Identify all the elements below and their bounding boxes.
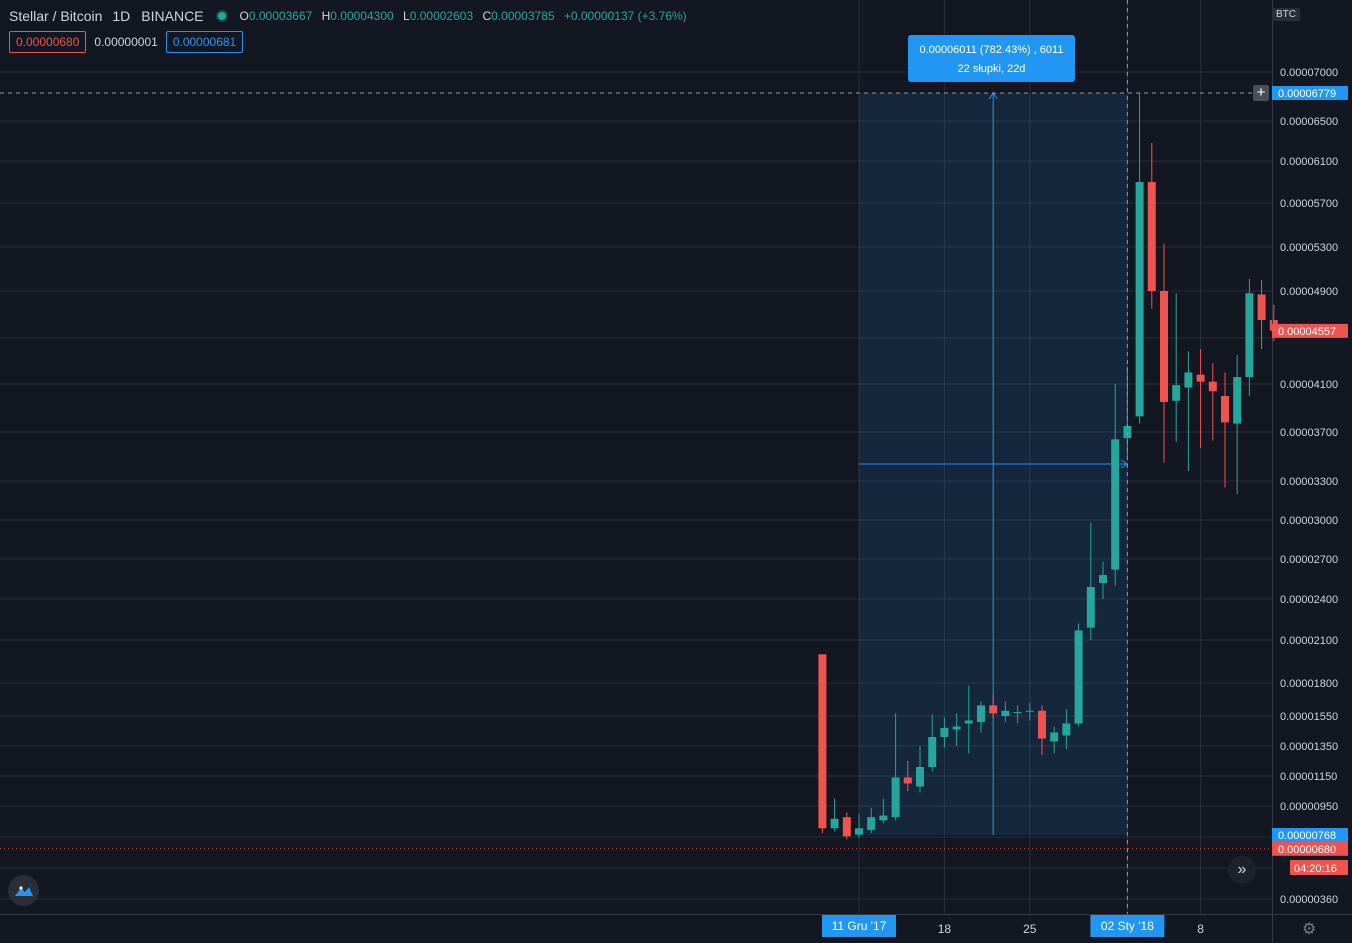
- y-tick-label: 0.00005300: [1280, 242, 1338, 254]
- candle-body: [1135, 182, 1144, 417]
- symbol-title[interactable]: Stellar / Bitcoin: [9, 8, 102, 24]
- candle-body: [1013, 712, 1022, 714]
- y-tick-label: 0.00002100: [1280, 635, 1338, 647]
- candle-body: [903, 777, 912, 784]
- spread-value: 0.00000001: [94, 35, 158, 49]
- market-status-icon[interactable]: [217, 12, 226, 20]
- gear-icon[interactable]: ⚙: [1302, 919, 1316, 939]
- chevrons-right-icon[interactable]: »: [1228, 856, 1256, 884]
- candle-body: [928, 737, 937, 767]
- candle-body: [1099, 575, 1107, 583]
- y-tick-label: 0.00002400: [1280, 594, 1338, 606]
- change-value: +0.00000137 (+3.76%): [563, 9, 687, 23]
- candle-body: [1172, 385, 1181, 401]
- candle-body: [1111, 439, 1120, 570]
- candle-body: [1001, 710, 1010, 716]
- interval-label[interactable]: 1D: [112, 8, 130, 24]
- candle-body: [1196, 374, 1205, 382]
- y-tick-label: 0.00000950: [1280, 801, 1338, 813]
- candle-body: [842, 817, 851, 837]
- candle-body: [830, 818, 839, 829]
- price-label: 0.00000680: [1278, 844, 1336, 856]
- candle-body: [855, 828, 863, 835]
- y-tick-label: 0.00001800: [1280, 678, 1338, 690]
- ohlc-values: O0.00003667 H0.00004300 L0.00002603 C0.0…: [239, 9, 687, 23]
- y-tick-label: 0.00005700: [1280, 198, 1338, 210]
- open-value: 0.00003667: [248, 9, 313, 23]
- price-label: 0.00000768: [1278, 830, 1336, 842]
- candle-body: [1025, 710, 1034, 712]
- buy-button[interactable]: 0.00000681: [165, 31, 244, 53]
- y-tick-label: 0.00006100: [1280, 156, 1338, 168]
- y-tick-label: 0.00007000: [1280, 67, 1338, 79]
- countdown-label: 04:20:16: [1294, 863, 1337, 875]
- candle-body: [1086, 587, 1095, 628]
- chart-legend: Stellar / Bitcoin 1D BINANCE O0.00003667…: [9, 8, 687, 24]
- y-tick-label: 0.00003700: [1280, 427, 1338, 439]
- sell-button[interactable]: 0.00000680: [9, 31, 87, 53]
- candle-body: [1038, 710, 1046, 739]
- y-tick-label: 0.00006500: [1280, 116, 1338, 128]
- y-tick-label: 0.00003300: [1280, 476, 1338, 488]
- candle-body: [1160, 291, 1168, 402]
- measure-change: 0.00006011 (782.43%) , 6011: [919, 44, 1064, 56]
- y-tick-label: 0.00000360: [1280, 894, 1338, 906]
- measure-tooltip: 0.00006011 (782.43%) , 6011 22 słupki, 2…: [908, 35, 1075, 82]
- candle-body: [1184, 372, 1193, 388]
- candle-body: [1050, 732, 1059, 742]
- exchange-label: BINANCE: [141, 8, 204, 24]
- x-tick-label: 11 Gru '17: [832, 919, 887, 933]
- high-value: 0.00004300: [330, 9, 394, 23]
- x-tick-label: 18: [938, 922, 952, 936]
- y-tick-label: 0.00001350: [1280, 741, 1338, 753]
- measure-bars: 22 słupki, 22d: [957, 63, 1026, 75]
- tradingview-logo-icon[interactable]: [8, 875, 39, 906]
- y-tick-label: 0.00001150: [1280, 771, 1337, 783]
- low-value: 0.00002603: [409, 9, 474, 23]
- candle-body: [1074, 630, 1083, 724]
- candle-body: [1062, 723, 1071, 736]
- close-value: 0.00003785: [491, 9, 555, 23]
- candle-body: [916, 767, 924, 787]
- trade-buttons: 0.00000680 0.00000001 0.00000681: [9, 31, 249, 53]
- candle-body: [964, 720, 973, 724]
- y-tick-label: 0.00003000: [1280, 515, 1338, 527]
- candle-body: [1208, 381, 1217, 392]
- price-chart[interactable]: 0.00007000 0.00006500 0.00006100 0.00005700…: [0, 0, 1352, 943]
- price-label: 0.00006779: [1278, 88, 1336, 100]
- y-tick-label: 0.00002700: [1280, 554, 1338, 566]
- x-tick-label: 8: [1197, 922, 1204, 936]
- candle-body: [818, 654, 827, 829]
- price-label: 0.00004557: [1278, 326, 1336, 338]
- candle-body: [1245, 293, 1254, 378]
- candle-body: [1257, 294, 1266, 321]
- candle-body: [940, 728, 949, 737]
- currency-label: BTC: [1272, 8, 1300, 21]
- candle-body: [989, 705, 998, 714]
- candle-body: [879, 815, 888, 821]
- candle-body: [1147, 182, 1156, 291]
- y-tick-label: 0.00001550: [1280, 711, 1338, 723]
- plus-icon[interactable]: +: [1253, 85, 1269, 101]
- candle-body: [1233, 377, 1242, 424]
- x-tick-label: 02 Sty '18: [1101, 919, 1154, 933]
- y-tick-label: 0.00004100: [1280, 379, 1338, 391]
- candle-body: [891, 777, 900, 818]
- x-tick-label: 25: [1023, 922, 1037, 936]
- candle-body: [867, 817, 876, 830]
- candle-body: [977, 705, 985, 722]
- y-tick-label: 0.00004900: [1280, 286, 1338, 298]
- candle-body: [1221, 396, 1229, 423]
- candle-body: [952, 726, 961, 730]
